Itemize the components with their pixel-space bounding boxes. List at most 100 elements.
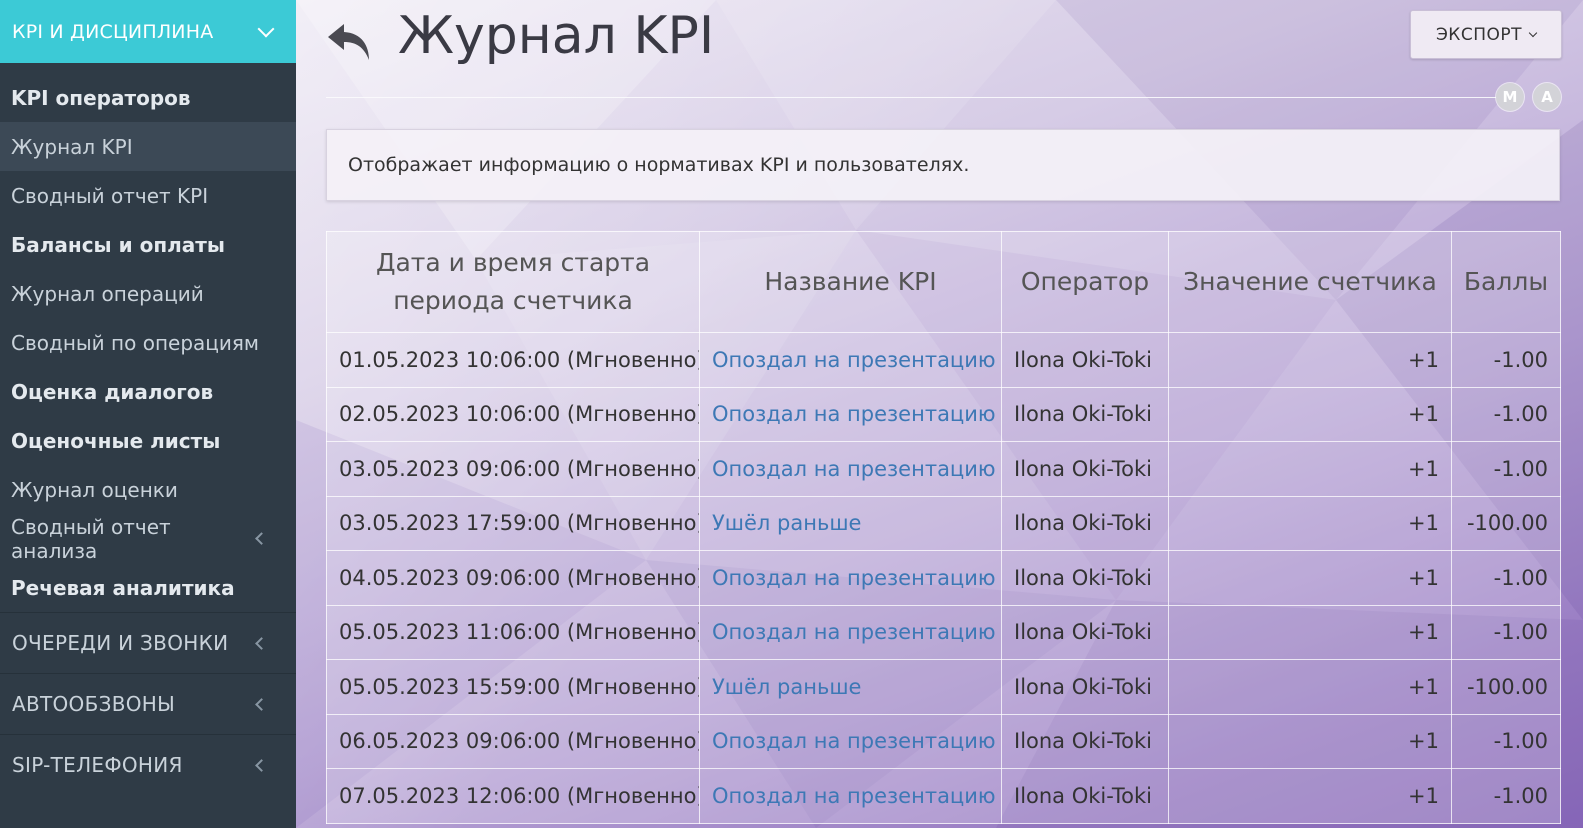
chevron-down-icon	[1528, 28, 1538, 37]
column-header-kpi-name[interactable]: Название KPI	[699, 231, 1002, 333]
column-header-label: Баллы	[1463, 267, 1549, 296]
sidebar-section-queues-calls[interactable]: ОЧЕРЕДИ И ЗВОНКИ	[0, 612, 296, 673]
sidebar-header-kpi-discipline[interactable]: КPI И ДИСЦИПЛИНА	[0, 0, 296, 63]
cell-counter-value: +1	[1168, 332, 1452, 388]
sidebar-item-label: Речевая аналитика	[11, 575, 235, 600]
table-row: 03.05.2023 17:59:00 (Мгновенно) Ушёл ран…	[326, 495, 1561, 551]
kpi-link[interactable]: Опоздал на презентацию	[712, 402, 996, 426]
table-row: 03.05.2023 09:06:00 (Мгновенно) Опоздал …	[326, 441, 1561, 497]
cell-datetime: 03.05.2023 17:59:00 (Мгновенно)	[326, 495, 700, 551]
sidebar-item-label: Сводный отчет KPI	[11, 183, 209, 208]
table-row: 06.05.2023 09:06:00 (Мгновенно) Опоздал …	[326, 713, 1561, 769]
cell-datetime: 02.05.2023 10:06:00 (Мгновенно)	[326, 386, 700, 442]
cell-points: -1.00	[1451, 332, 1561, 388]
kpi-link[interactable]: Опоздал на презентацию	[712, 348, 996, 372]
info-box: Отображает информацию о нормативах KPI и…	[326, 129, 1560, 201]
cell-operator: Ilona Oki-Toki	[1001, 495, 1169, 551]
cell-points: -100.00	[1451, 659, 1561, 715]
cell-points: -1.00	[1451, 550, 1561, 606]
cell-datetime: 04.05.2023 09:06:00 (Мгновенно)	[326, 550, 700, 606]
cell-operator: Ilona Oki-Toki	[1001, 604, 1169, 660]
cell-operator: Ilona Oki-Toki	[1001, 386, 1169, 442]
export-button[interactable]: ЭКСПОРТ	[1410, 10, 1562, 59]
column-header-label: Название KPI	[764, 267, 937, 296]
cell-points: -1.00	[1451, 386, 1561, 442]
kpi-table: Дата и время старта периода счетчика Наз…	[326, 231, 1561, 824]
cell-points: -1.00	[1451, 713, 1561, 769]
cell-kpi-name: Опоздал на презентацию	[699, 332, 1002, 388]
cell-kpi-name: Опоздал на презентацию	[699, 768, 1002, 824]
cell-kpi-name: Опоздал на презентацию	[699, 604, 1002, 660]
cell-operator: Ilona Oki-Toki	[1001, 713, 1169, 769]
cell-points: -100.00	[1451, 495, 1561, 551]
cell-counter-value: +1	[1168, 768, 1452, 824]
cell-kpi-name: Опоздал на презентацию	[699, 713, 1002, 769]
sidebar-item-kpi-journal[interactable]: Журнал KPI	[0, 122, 296, 171]
cell-kpi-name: Опоздал на презентацию	[699, 550, 1002, 606]
avatar[interactable]: M	[1496, 83, 1524, 111]
cell-datetime: 01.05.2023 10:06:00 (Мгновенно)	[326, 332, 700, 388]
table-header-row: Дата и время старта периода счетчика Наз…	[326, 231, 1561, 333]
sidebar-menu: KPI операторов Журнал KPI Сводный отчет …	[0, 63, 296, 612]
kpi-link[interactable]: Опоздал на презентацию	[712, 620, 996, 644]
table-row: 01.05.2023 10:06:00 (Мгновенно) Опоздал …	[326, 332, 1561, 388]
sidebar-section-autodialers[interactable]: АВТООБЗВОНЫ	[0, 673, 296, 734]
chevron-left-icon	[255, 532, 268, 545]
cell-operator: Ilona Oki-Toki	[1001, 659, 1169, 715]
sidebar-item-evaluation-journal[interactable]: Журнал оценки	[0, 465, 296, 514]
sidebar-item-label: Балансы и оплаты	[11, 232, 225, 257]
avatar[interactable]: A	[1533, 83, 1561, 111]
column-header-label: Значение счетчика	[1183, 267, 1437, 296]
sidebar-header-label: КPI И ДИСЦИПЛИНА	[12, 20, 214, 43]
cell-datetime: 05.05.2023 11:06:00 (Мгновенно)	[326, 604, 700, 660]
cell-operator: Ilona Oki-Toki	[1001, 441, 1169, 497]
sidebar-group-dialog-evaluation: Оценка диалогов	[0, 367, 296, 416]
cell-points: -1.00	[1451, 441, 1561, 497]
sidebar-group-balances: Балансы и оплаты	[0, 220, 296, 269]
sidebar-section-sip-telephony[interactable]: SIP-ТЕЛЕФОНИЯ	[0, 734, 296, 795]
table-row: 04.05.2023 09:06:00 (Мгновенно) Опоздал …	[326, 550, 1561, 606]
info-text: Отображает информацию о нормативах KPI и…	[348, 154, 970, 176]
back-arrow-icon[interactable]	[324, 20, 374, 64]
sidebar-item-operations-summary[interactable]: Сводный по операциям	[0, 318, 296, 367]
column-header-label: Оператор	[1020, 267, 1150, 296]
header-divider	[326, 97, 1496, 98]
page-title: Журнал KPI	[398, 6, 715, 66]
cell-points: -1.00	[1451, 768, 1561, 824]
column-header-datetime[interactable]: Дата и время старта периода счетчика	[326, 231, 700, 333]
cell-kpi-name: Ушёл раньше	[699, 659, 1002, 715]
kpi-link[interactable]: Ушёл раньше	[712, 511, 861, 535]
cell-counter-value: +1	[1168, 495, 1452, 551]
cell-operator: Ilona Oki-Toki	[1001, 332, 1169, 388]
sidebar-item-operations-journal[interactable]: Журнал операций	[0, 269, 296, 318]
sidebar-item-kpi-summary[interactable]: Сводный отчет KPI	[0, 171, 296, 220]
kpi-link[interactable]: Опоздал на презентацию	[712, 784, 996, 808]
cell-counter-value: +1	[1168, 550, 1452, 606]
chevron-left-icon	[255, 758, 268, 772]
cell-operator: Ilona Oki-Toki	[1001, 768, 1169, 824]
chevron-down-icon	[257, 20, 275, 37]
column-header-counter-value[interactable]: Значение счетчика	[1168, 231, 1452, 333]
cell-datetime: 05.05.2023 15:59:00 (Мгновенно)	[326, 659, 700, 715]
sidebar-item-label: Журнал операций	[11, 281, 204, 306]
cell-counter-value: +1	[1168, 386, 1452, 442]
sidebar-item-label: Оценочные листы	[11, 428, 221, 453]
table-row: 07.05.2023 12:06:00 (Мгновенно) Опоздал …	[326, 768, 1561, 824]
cell-operator: Ilona Oki-Toki	[1001, 550, 1169, 606]
kpi-link[interactable]: Опоздал на презентацию	[712, 566, 996, 590]
sidebar-section-label: АВТООБЗВОНЫ	[12, 692, 176, 716]
column-header-points[interactable]: Баллы	[1451, 231, 1561, 333]
table-row: 05.05.2023 15:59:00 (Мгновенно) Ушёл ран…	[326, 659, 1561, 715]
sidebar-section-label: SIP-ТЕЛЕФОНИЯ	[12, 753, 183, 777]
kpi-link[interactable]: Ушёл раньше	[712, 675, 861, 699]
chevron-left-icon	[255, 636, 268, 650]
kpi-link[interactable]: Опоздал на презентацию	[712, 729, 996, 753]
cell-counter-value: +1	[1168, 713, 1452, 769]
kpi-link[interactable]: Опоздал на презентацию	[712, 457, 996, 481]
sidebar-item-label: Сводный отчет анализа	[11, 514, 171, 563]
sidebar-item-analysis-summary[interactable]: Сводный отчет анализа	[0, 514, 296, 563]
column-header-operator[interactable]: Оператор	[1001, 231, 1169, 333]
cell-kpi-name: Опоздал на презентацию	[699, 386, 1002, 442]
sidebar-item-label: Журнал KPI	[11, 134, 133, 159]
sidebar-item-label: Сводный по операциям	[11, 330, 260, 355]
